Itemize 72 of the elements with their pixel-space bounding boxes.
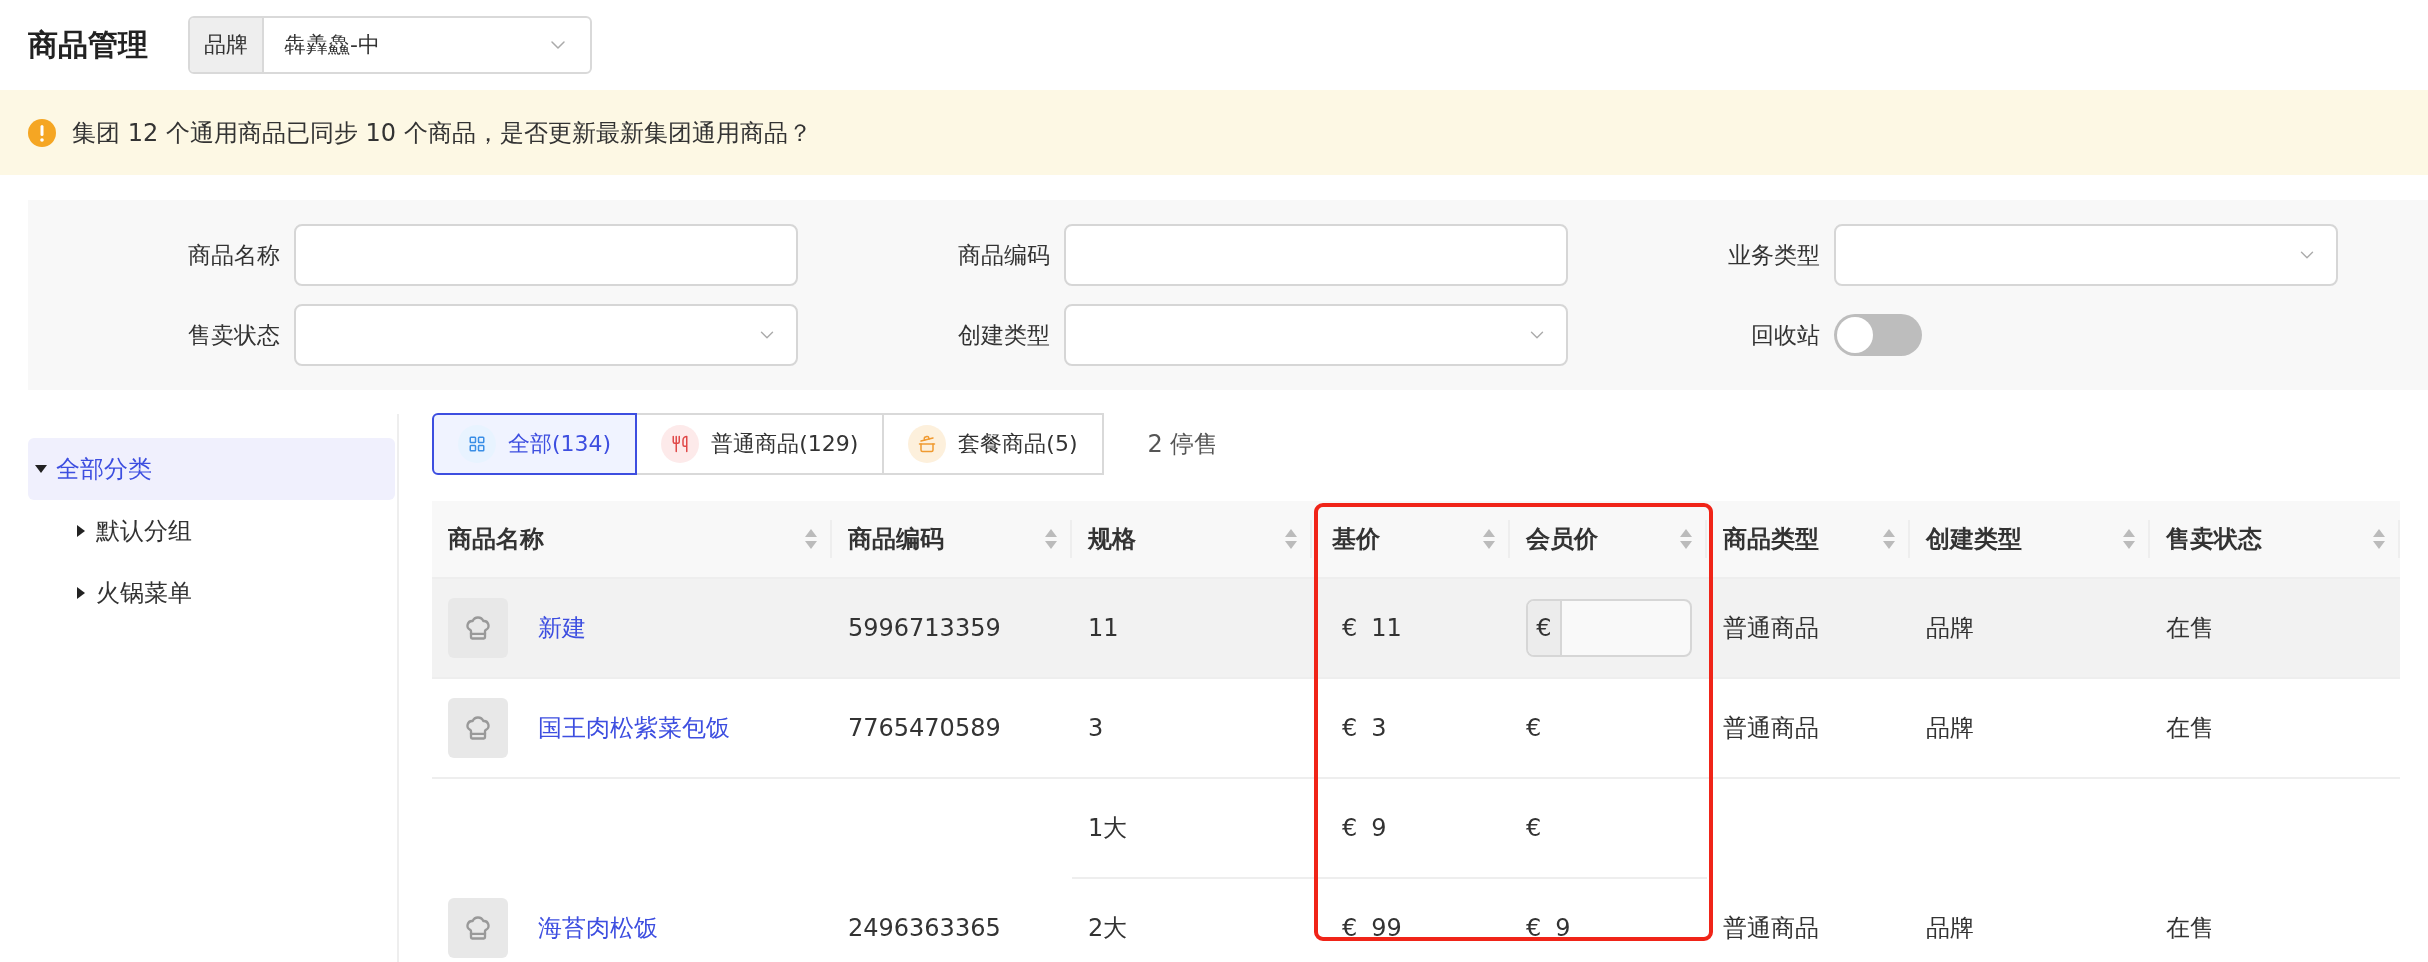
- sort-icon[interactable]: [2122, 527, 2136, 551]
- base-price: € 3: [1342, 714, 1388, 742]
- category-tree-item[interactable]: 全部分类: [28, 438, 395, 500]
- filter-label: 回收站: [1750, 320, 1820, 350]
- column-header: 创建类型: [1926, 524, 2022, 555]
- column-header: 商品类型: [1723, 524, 1819, 555]
- product-name-link[interactable]: 国王肉松紫菜包饭: [538, 712, 730, 744]
- page-title: 商品管理: [28, 25, 148, 64]
- table-cell-text: 在售: [2166, 613, 2214, 644]
- column-header: 商品编码: [848, 524, 944, 555]
- table-cell: 3: [1088, 714, 1104, 742]
- sort-icon[interactable]: [1679, 527, 1693, 551]
- column-header: 售卖状态: [2166, 524, 2262, 555]
- table-cell-text: 普通商品: [1723, 613, 1819, 644]
- alert-message: 集团 12 个通用商品已同步 10 个商品，是否更新最新集团通用商品？: [72, 117, 812, 149]
- filter-label: 商品名称: [186, 240, 280, 270]
- grid-icon: [468, 435, 486, 453]
- select-field[interactable]: [1833, 224, 2338, 286]
- column-header: 会员价: [1526, 524, 1598, 555]
- filter-label: 业务类型: [1726, 240, 1820, 270]
- filter-label: 商品编码: [956, 240, 1050, 270]
- table-cell: 1大: [1088, 814, 1128, 842]
- table-cell-text: 在售: [2166, 713, 2214, 744]
- utensils-icon: [671, 435, 690, 453]
- member-price: €: [1526, 814, 1543, 842]
- table-cell: 11: [1088, 614, 1119, 642]
- filter-label: 售卖状态: [186, 320, 280, 350]
- dish-thumbnail: [448, 698, 508, 758]
- table-cell: 2大: [1088, 914, 1128, 942]
- product-name-link[interactable]: 海苔肉松饭: [538, 912, 658, 944]
- dish-thumbnail: [448, 598, 508, 658]
- input-field[interactable]: [293, 224, 798, 286]
- column-header: 商品名称: [448, 524, 544, 555]
- product-name-link[interactable]: 新建: [538, 612, 586, 644]
- table-cell-text: 普通商品: [1723, 713, 1819, 744]
- type-tab[interactable]: 普通商品(129): [635, 413, 885, 475]
- sort-icon[interactable]: [1482, 527, 1496, 551]
- sort-icon[interactable]: [1882, 527, 1896, 551]
- category-tree-item[interactable]: 火锅菜单: [28, 562, 395, 624]
- sort-icon[interactable]: [804, 527, 818, 551]
- member-price: €: [1526, 714, 1543, 742]
- filter-label: 创建类型: [956, 320, 1050, 350]
- stopped-count: 2 停售: [1147, 429, 1219, 460]
- member-price: € 9: [1526, 914, 1572, 942]
- input-field[interactable]: [1063, 224, 1568, 286]
- dish-thumbnail: [448, 898, 508, 958]
- table-cell: 2496363365: [848, 914, 1001, 942]
- table-cell-text: 品牌: [1926, 913, 1974, 944]
- brand-select[interactable]: 品牌 犇羴鱻-中: [188, 16, 592, 74]
- sort-icon[interactable]: [1284, 527, 1298, 551]
- table-cell: 7765470589: [848, 714, 1001, 742]
- column-header: 规格: [1088, 524, 1136, 555]
- base-price: € 99: [1342, 914, 1403, 942]
- type-tab[interactable]: 套餐商品(5): [882, 413, 1104, 475]
- table-cell-text: 品牌: [1926, 613, 1974, 644]
- select-field[interactable]: [1063, 304, 1568, 366]
- category-tree-item[interactable]: 默认分组: [28, 500, 395, 562]
- type-tab[interactable]: 全部(134): [432, 413, 638, 475]
- warning-icon: [28, 118, 56, 147]
- table-cell-text: 品牌: [1926, 713, 1974, 744]
- sort-icon[interactable]: [1044, 527, 1058, 551]
- select-field[interactable]: [293, 304, 798, 366]
- member-price-field[interactable]: €: [1526, 599, 1692, 657]
- column-header: 基价: [1332, 524, 1380, 555]
- base-price: € 9: [1342, 814, 1388, 842]
- table-cell-text: 在售: [2166, 913, 2214, 944]
- toggle-switch[interactable]: [1834, 314, 1922, 356]
- base-price: € 11: [1342, 614, 1403, 642]
- table-cell: 5996713359: [848, 614, 1001, 642]
- table-cell-text: 普通商品: [1723, 913, 1819, 944]
- sort-icon[interactable]: [2372, 527, 2386, 551]
- pot-icon: [918, 435, 937, 453]
